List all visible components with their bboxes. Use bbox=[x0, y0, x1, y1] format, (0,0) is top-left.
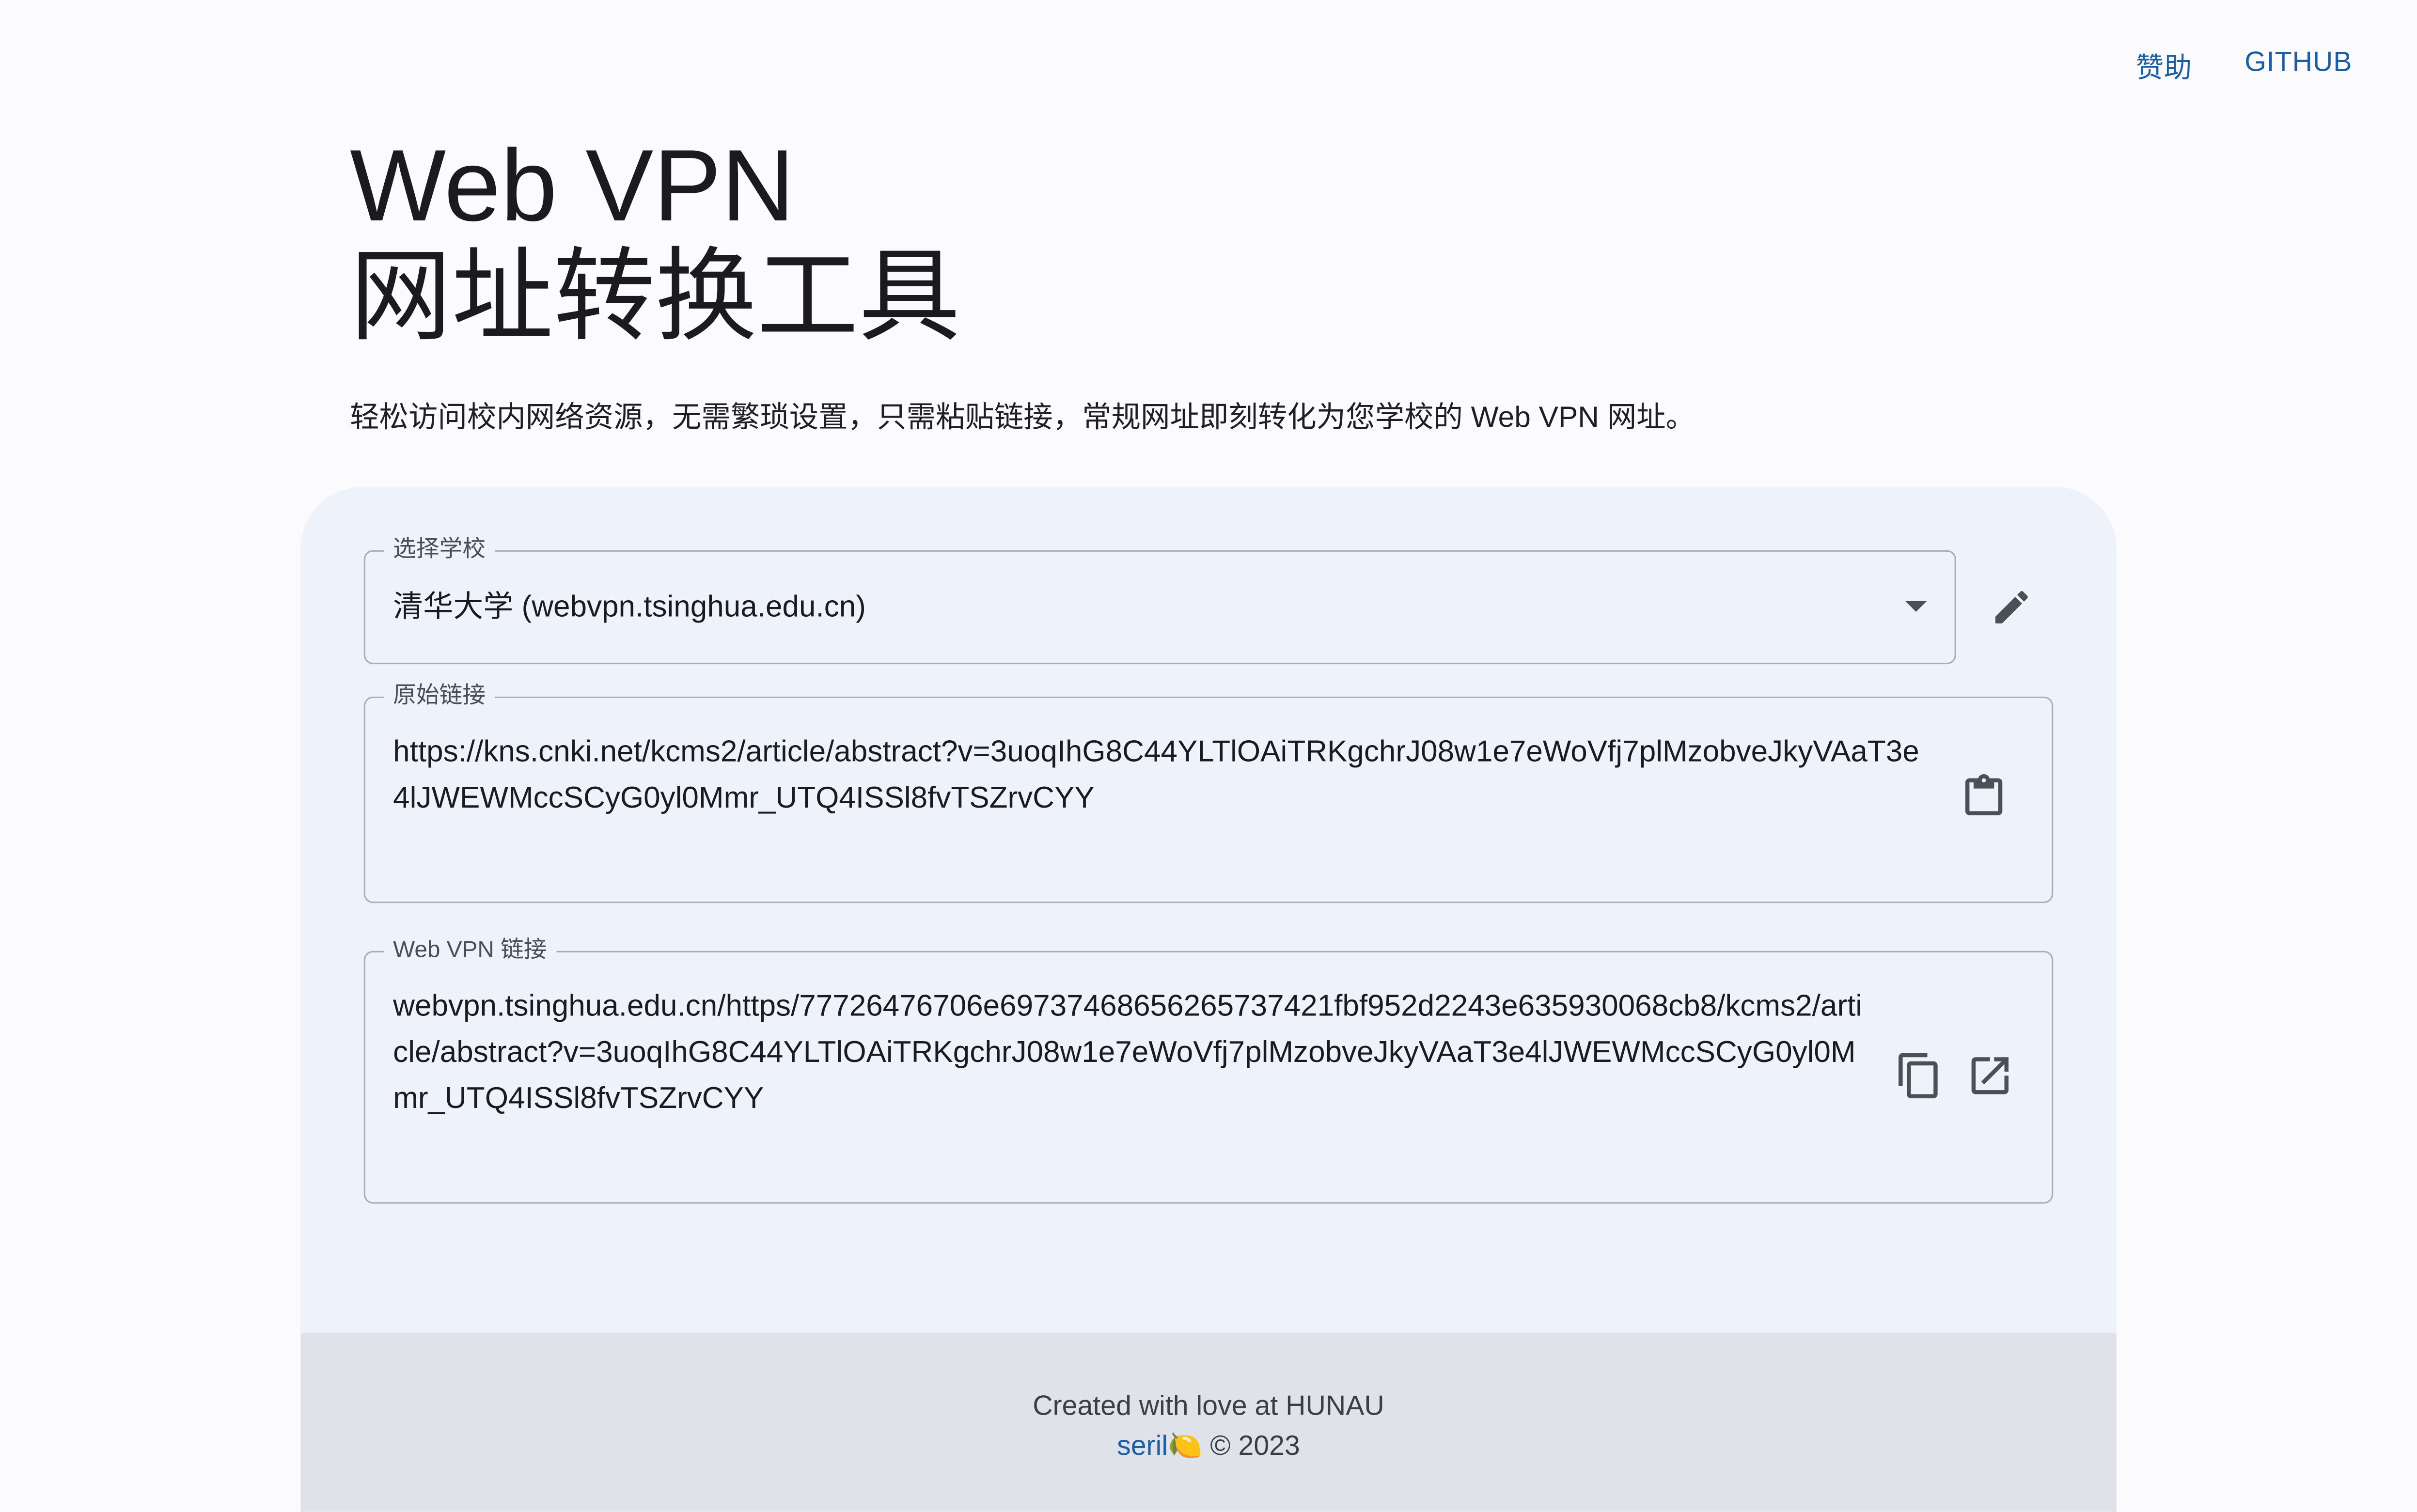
footer-credit: Created with love at HUNAU bbox=[1033, 1390, 1384, 1421]
open-link-button[interactable] bbox=[1965, 1051, 2015, 1101]
lemon-icon: 🍋 bbox=[1168, 1430, 1203, 1461]
github-link[interactable]: GITHUB bbox=[2244, 46, 2352, 86]
open-in-new-icon bbox=[1971, 1057, 2009, 1094]
original-url-field[interactable]: 原始链接 https://kns.cnki.net/kcms2/article/… bbox=[363, 683, 2054, 904]
author-link[interactable]: seril bbox=[1117, 1430, 1168, 1461]
webvpn-url-label: Web VPN 链接 bbox=[384, 937, 556, 965]
pencil-icon bbox=[1995, 591, 2028, 624]
original-url-input[interactable]: https://kns.cnki.net/kcms2/article/abstr… bbox=[393, 729, 1934, 822]
copy-icon bbox=[1899, 1053, 1938, 1099]
title-line-2: 网址转换工具 bbox=[350, 239, 960, 353]
webvpn-url-output[interactable]: webvpn.tsinghua.edu.cn/https/77726476706… bbox=[393, 983, 1873, 1122]
hero: Web VPN 网址转换工具 轻松访问校内网络资源，无需繁琐设置，只需粘贴链接，… bbox=[350, 129, 2122, 436]
page-title: Web VPN 网址转换工具 bbox=[350, 129, 2122, 351]
sponsor-link[interactable]: 赞助 bbox=[2136, 46, 2192, 86]
paste-button[interactable] bbox=[1959, 772, 2009, 822]
school-select[interactable]: 选择学校 清华大学 (webvpn.tsinghua.edu.cn) bbox=[363, 536, 1956, 665]
clipboard-icon bbox=[1965, 774, 2003, 815]
school-select-label: 选择学校 bbox=[384, 536, 495, 564]
converter-card: 选择学校 清华大学 (webvpn.tsinghua.edu.cn) 原始链接 … bbox=[300, 487, 2117, 1512]
chevron-down-icon[interactable] bbox=[1905, 601, 1927, 612]
copy-button[interactable] bbox=[1895, 1051, 1944, 1101]
page-subtitle: 轻松访问校内网络资源，无需繁琐设置，只需粘贴链接，常规网址即刻转化为您学校的 W… bbox=[350, 402, 1695, 435]
footer-copyright-line: seril🍋 © 2023 bbox=[300, 1426, 2116, 1466]
school-select-value: 清华大学 (webvpn.tsinghua.edu.cn) bbox=[393, 590, 866, 624]
title-line-1: Web VPN bbox=[350, 128, 795, 242]
footer: Created with love at HUNAU seril🍋 © 2023 bbox=[300, 1333, 2117, 1512]
page: 赞助 GITHUB Web VPN 网址转换工具 轻松访问校内网络资源，无需繁琐… bbox=[0, 0, 2417, 1512]
original-url-label: 原始链接 bbox=[384, 683, 495, 711]
top-nav: 赞助 GITHUB bbox=[2136, 46, 2353, 86]
copyright-text: © 2023 bbox=[1210, 1430, 1300, 1461]
edit-school-button[interactable] bbox=[1987, 582, 2036, 632]
webvpn-url-field[interactable]: Web VPN 链接 webvpn.tsinghua.edu.cn/https/… bbox=[363, 937, 2054, 1204]
